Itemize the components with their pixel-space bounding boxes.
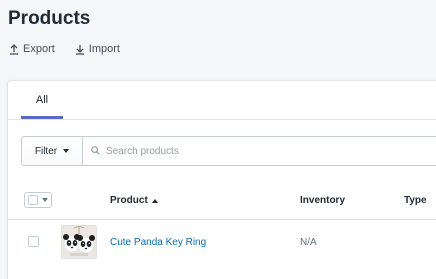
- filter-label: Filter: [34, 145, 58, 157]
- export-button[interactable]: Export: [9, 43, 55, 55]
- import-button[interactable]: Import: [75, 43, 120, 55]
- select-all-checkbox[interactable]: [24, 192, 52, 208]
- import-label: Import: [88, 43, 120, 55]
- filter-button[interactable]: Filter: [21, 136, 83, 166]
- product-thumbnail[interactable]: [61, 225, 97, 259]
- filter-row: Filter: [21, 136, 436, 166]
- search-icon: [91, 142, 100, 160]
- table-header: Product Inventory Type: [8, 183, 436, 220]
- search-box[interactable]: [83, 136, 436, 166]
- page-actions: Export Import: [9, 43, 120, 55]
- column-header-product-label: Product: [110, 195, 148, 206]
- column-header-inventory: Inventory: [300, 195, 346, 206]
- checkbox-icon: [28, 195, 38, 205]
- table-row: Cute Panda Key Ring N/A: [8, 220, 436, 268]
- export-icon: [9, 43, 19, 55]
- column-header-product[interactable]: Product: [110, 195, 158, 206]
- import-icon: [75, 44, 85, 55]
- tab-bar: All: [8, 81, 436, 120]
- search-input[interactable]: [106, 145, 406, 157]
- product-name-link[interactable]: Cute Panda Key Ring: [110, 237, 206, 248]
- inventory-value: N/A: [300, 237, 317, 248]
- export-label: Export: [23, 43, 55, 55]
- tab-all[interactable]: All: [21, 81, 63, 119]
- panda-keyring-image: [62, 226, 96, 258]
- column-header-type: Type: [404, 195, 427, 206]
- caret-down-icon: [42, 198, 48, 202]
- caret-down-icon: [63, 149, 70, 153]
- products-page: Products Export Import All Filter Search…: [0, 0, 436, 279]
- products-card: All Filter Search products Product Inven…: [8, 81, 436, 279]
- page-title: Products: [8, 8, 91, 29]
- row-checkbox[interactable]: [28, 236, 39, 247]
- sort-ascending-icon: [151, 198, 158, 203]
